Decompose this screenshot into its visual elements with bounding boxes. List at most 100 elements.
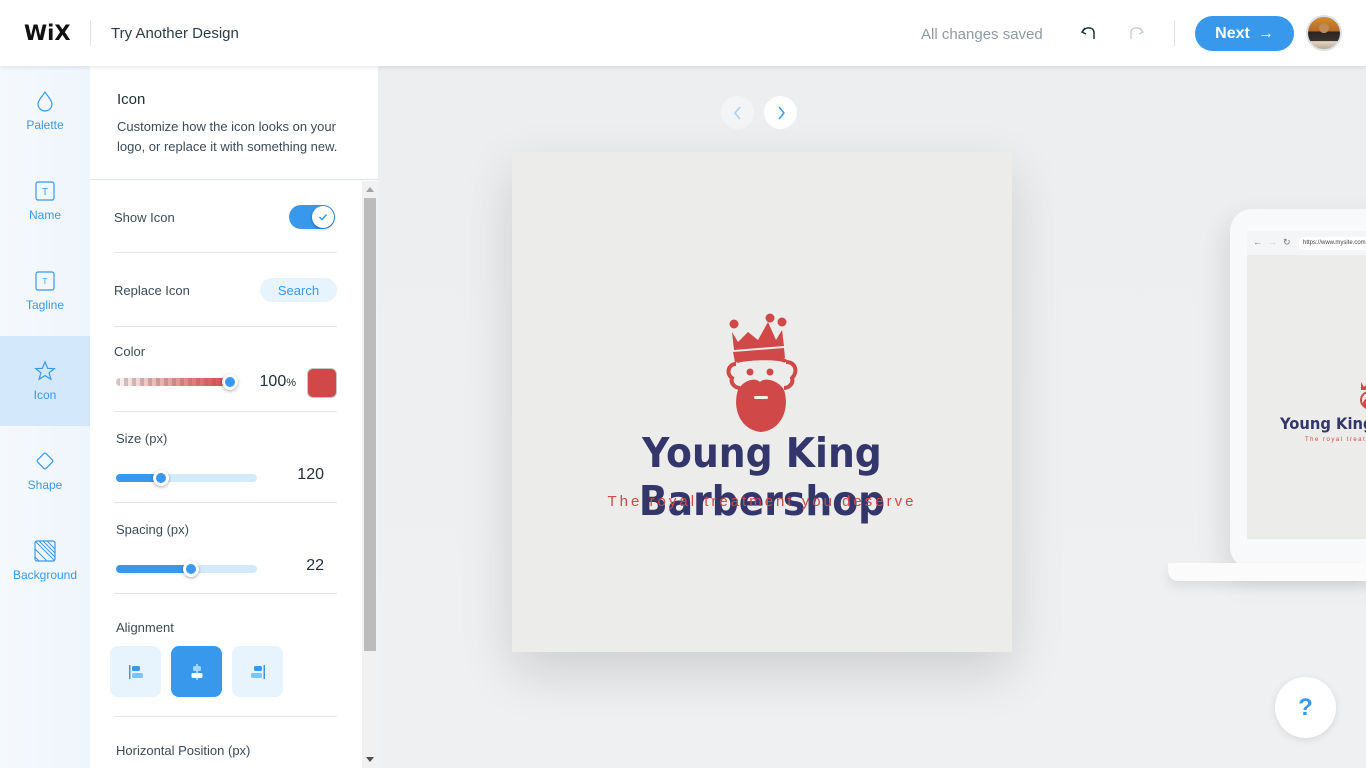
scroll-up-arrow[interactable] xyxy=(366,187,374,192)
forward-arrow-icon: → xyxy=(1268,237,1277,247)
align-right-icon xyxy=(250,664,265,679)
arrow-right-icon: → xyxy=(1257,24,1274,42)
sidebar-item-label: Icon xyxy=(33,388,57,402)
reload-icon: ↻ xyxy=(1283,237,1291,247)
redo-button[interactable] xyxy=(1125,22,1147,44)
svg-text:T: T xyxy=(43,277,48,286)
sidebar-item-name[interactable]: T Name xyxy=(0,156,90,246)
text-box-icon: T xyxy=(35,181,55,201)
sidebar-item-label: Name xyxy=(28,208,61,222)
horizontal-position-label: Horizontal Position (px) xyxy=(116,743,251,758)
laptop-screen: ← → ↻ https://www.mysite.com Young King … xyxy=(1247,231,1366,539)
back-arrow-icon: ← xyxy=(1253,237,1262,247)
user-avatar[interactable] xyxy=(1306,15,1342,51)
slider-thumb[interactable] xyxy=(182,561,199,577)
sidebar-item-label: Tagline xyxy=(25,298,65,312)
sidebar-item-shape[interactable]: Shape xyxy=(0,426,90,516)
align-center-button[interactable] xyxy=(171,646,222,697)
alignment-row: Alignment xyxy=(110,594,337,717)
sidebar-item-label: Shape xyxy=(27,478,63,492)
preview-stage: Young King Barbershop The royal treatmen… xyxy=(378,66,1366,768)
sidebar-item-palette[interactable]: Palette xyxy=(0,66,90,156)
color-opacity-slider[interactable] xyxy=(116,374,238,390)
svg-text:T: T xyxy=(42,187,48,198)
design-sidebar: Palette T Name T Tagline Icon Shape Back… xyxy=(0,66,90,768)
top-bar: WiX Try Another Design All changes saved… xyxy=(0,0,1366,66)
checkmark-icon xyxy=(318,213,328,221)
save-status: All changes saved xyxy=(921,26,1043,43)
sidebar-item-icon[interactable]: Icon xyxy=(0,336,90,426)
show-icon-toggle[interactable] xyxy=(289,205,335,229)
hatched-square-icon xyxy=(34,540,56,562)
chevron-right-icon xyxy=(777,106,785,119)
mini-brand-name: Young King xyxy=(1280,414,1366,433)
size-label: Size (px) xyxy=(116,431,168,446)
align-center-icon xyxy=(191,663,202,680)
header-divider xyxy=(90,20,91,46)
align-left-button[interactable] xyxy=(110,646,161,697)
mini-tagline: The royal treat xyxy=(1305,437,1366,443)
king-mascot-icon xyxy=(726,313,798,432)
spacing-slider[interactable] xyxy=(116,561,257,577)
slider-thumb[interactable] xyxy=(153,470,170,486)
opacity-unit: % xyxy=(286,377,296,389)
next-design-button[interactable] xyxy=(764,96,797,129)
browser-bar: ← → ↻ https://www.mysite.com xyxy=(1247,231,1366,255)
scroll-down-arrow[interactable] xyxy=(366,757,374,762)
show-icon-row: Show Icon xyxy=(114,181,337,253)
sidebar-item-tagline[interactable]: T Tagline xyxy=(0,246,90,336)
logo-tagline[interactable]: The royal treatment you deserve xyxy=(512,493,1012,510)
browser-url: https://www.mysite.com xyxy=(1299,237,1366,250)
color-row: Color 100% xyxy=(114,327,337,412)
panel-header: Icon Customize how the icon looks on you… xyxy=(90,66,378,180)
previous-design-button[interactable] xyxy=(721,96,754,129)
diamond-icon xyxy=(36,452,54,470)
size-row: Size (px) 120 xyxy=(114,412,337,503)
color-opacity-value: 100% xyxy=(252,373,296,391)
laptop-mockup: ← → ↻ https://www.mysite.com Young King … xyxy=(1230,209,1366,569)
show-icon-label: Show Icon xyxy=(114,210,175,225)
sidebar-item-background[interactable]: Background xyxy=(0,516,90,606)
sidebar-item-label: Palette xyxy=(26,118,64,132)
header-divider xyxy=(1174,20,1175,46)
panel-title: Icon xyxy=(117,91,146,108)
next-label: Next xyxy=(1215,24,1250,42)
search-icon-button[interactable]: Search xyxy=(260,278,337,302)
next-button[interactable]: Next → xyxy=(1195,16,1294,51)
color-label: Color xyxy=(114,344,146,359)
align-left-icon xyxy=(128,664,143,679)
help-button[interactable]: ? xyxy=(1275,677,1336,738)
panel-scrollbar[interactable] xyxy=(362,181,378,768)
laptop-base xyxy=(1168,563,1366,581)
icon-settings-panel: Icon Customize how the icon looks on you… xyxy=(90,66,378,768)
size-slider[interactable] xyxy=(116,470,257,486)
sidebar-item-label: Background xyxy=(12,568,78,582)
replace-icon-label: Replace Icon xyxy=(114,283,190,298)
panel-description: Customize how the icon looks on your log… xyxy=(117,119,338,154)
logo-brand-name[interactable]: Young King Barbershop xyxy=(532,429,992,525)
spacing-label: Spacing (px) xyxy=(116,522,189,537)
slider-thumb[interactable] xyxy=(222,374,238,390)
color-swatch[interactable] xyxy=(307,368,337,398)
text-box-small-icon: T xyxy=(35,271,55,291)
chevron-left-icon xyxy=(733,106,741,119)
wix-logo[interactable]: WiX xyxy=(24,21,71,45)
scroll-thumb[interactable] xyxy=(364,198,376,651)
spacing-value: 22 xyxy=(306,557,324,574)
logo-preview-card: Young King Barbershop The royal treatmen… xyxy=(512,152,1012,652)
redo-icon xyxy=(1130,27,1145,39)
undo-button[interactable] xyxy=(1078,22,1100,44)
star-icon xyxy=(34,360,56,381)
droplet-icon xyxy=(37,90,53,112)
alignment-label: Alignment xyxy=(116,620,174,635)
opacity-number: 100 xyxy=(259,373,287,390)
slider-fill xyxy=(116,565,191,573)
try-another-design-link[interactable]: Try Another Design xyxy=(111,25,239,42)
mini-mascot-icon xyxy=(1360,382,1366,410)
size-value: 120 xyxy=(297,466,324,483)
panel-body: Show Icon Replace Icon Search Color 100%… xyxy=(90,181,362,768)
toggle-knob xyxy=(312,206,334,228)
undo-icon xyxy=(1080,27,1095,39)
align-right-button[interactable] xyxy=(232,646,283,697)
replace-icon-row: Replace Icon Search xyxy=(114,254,337,327)
